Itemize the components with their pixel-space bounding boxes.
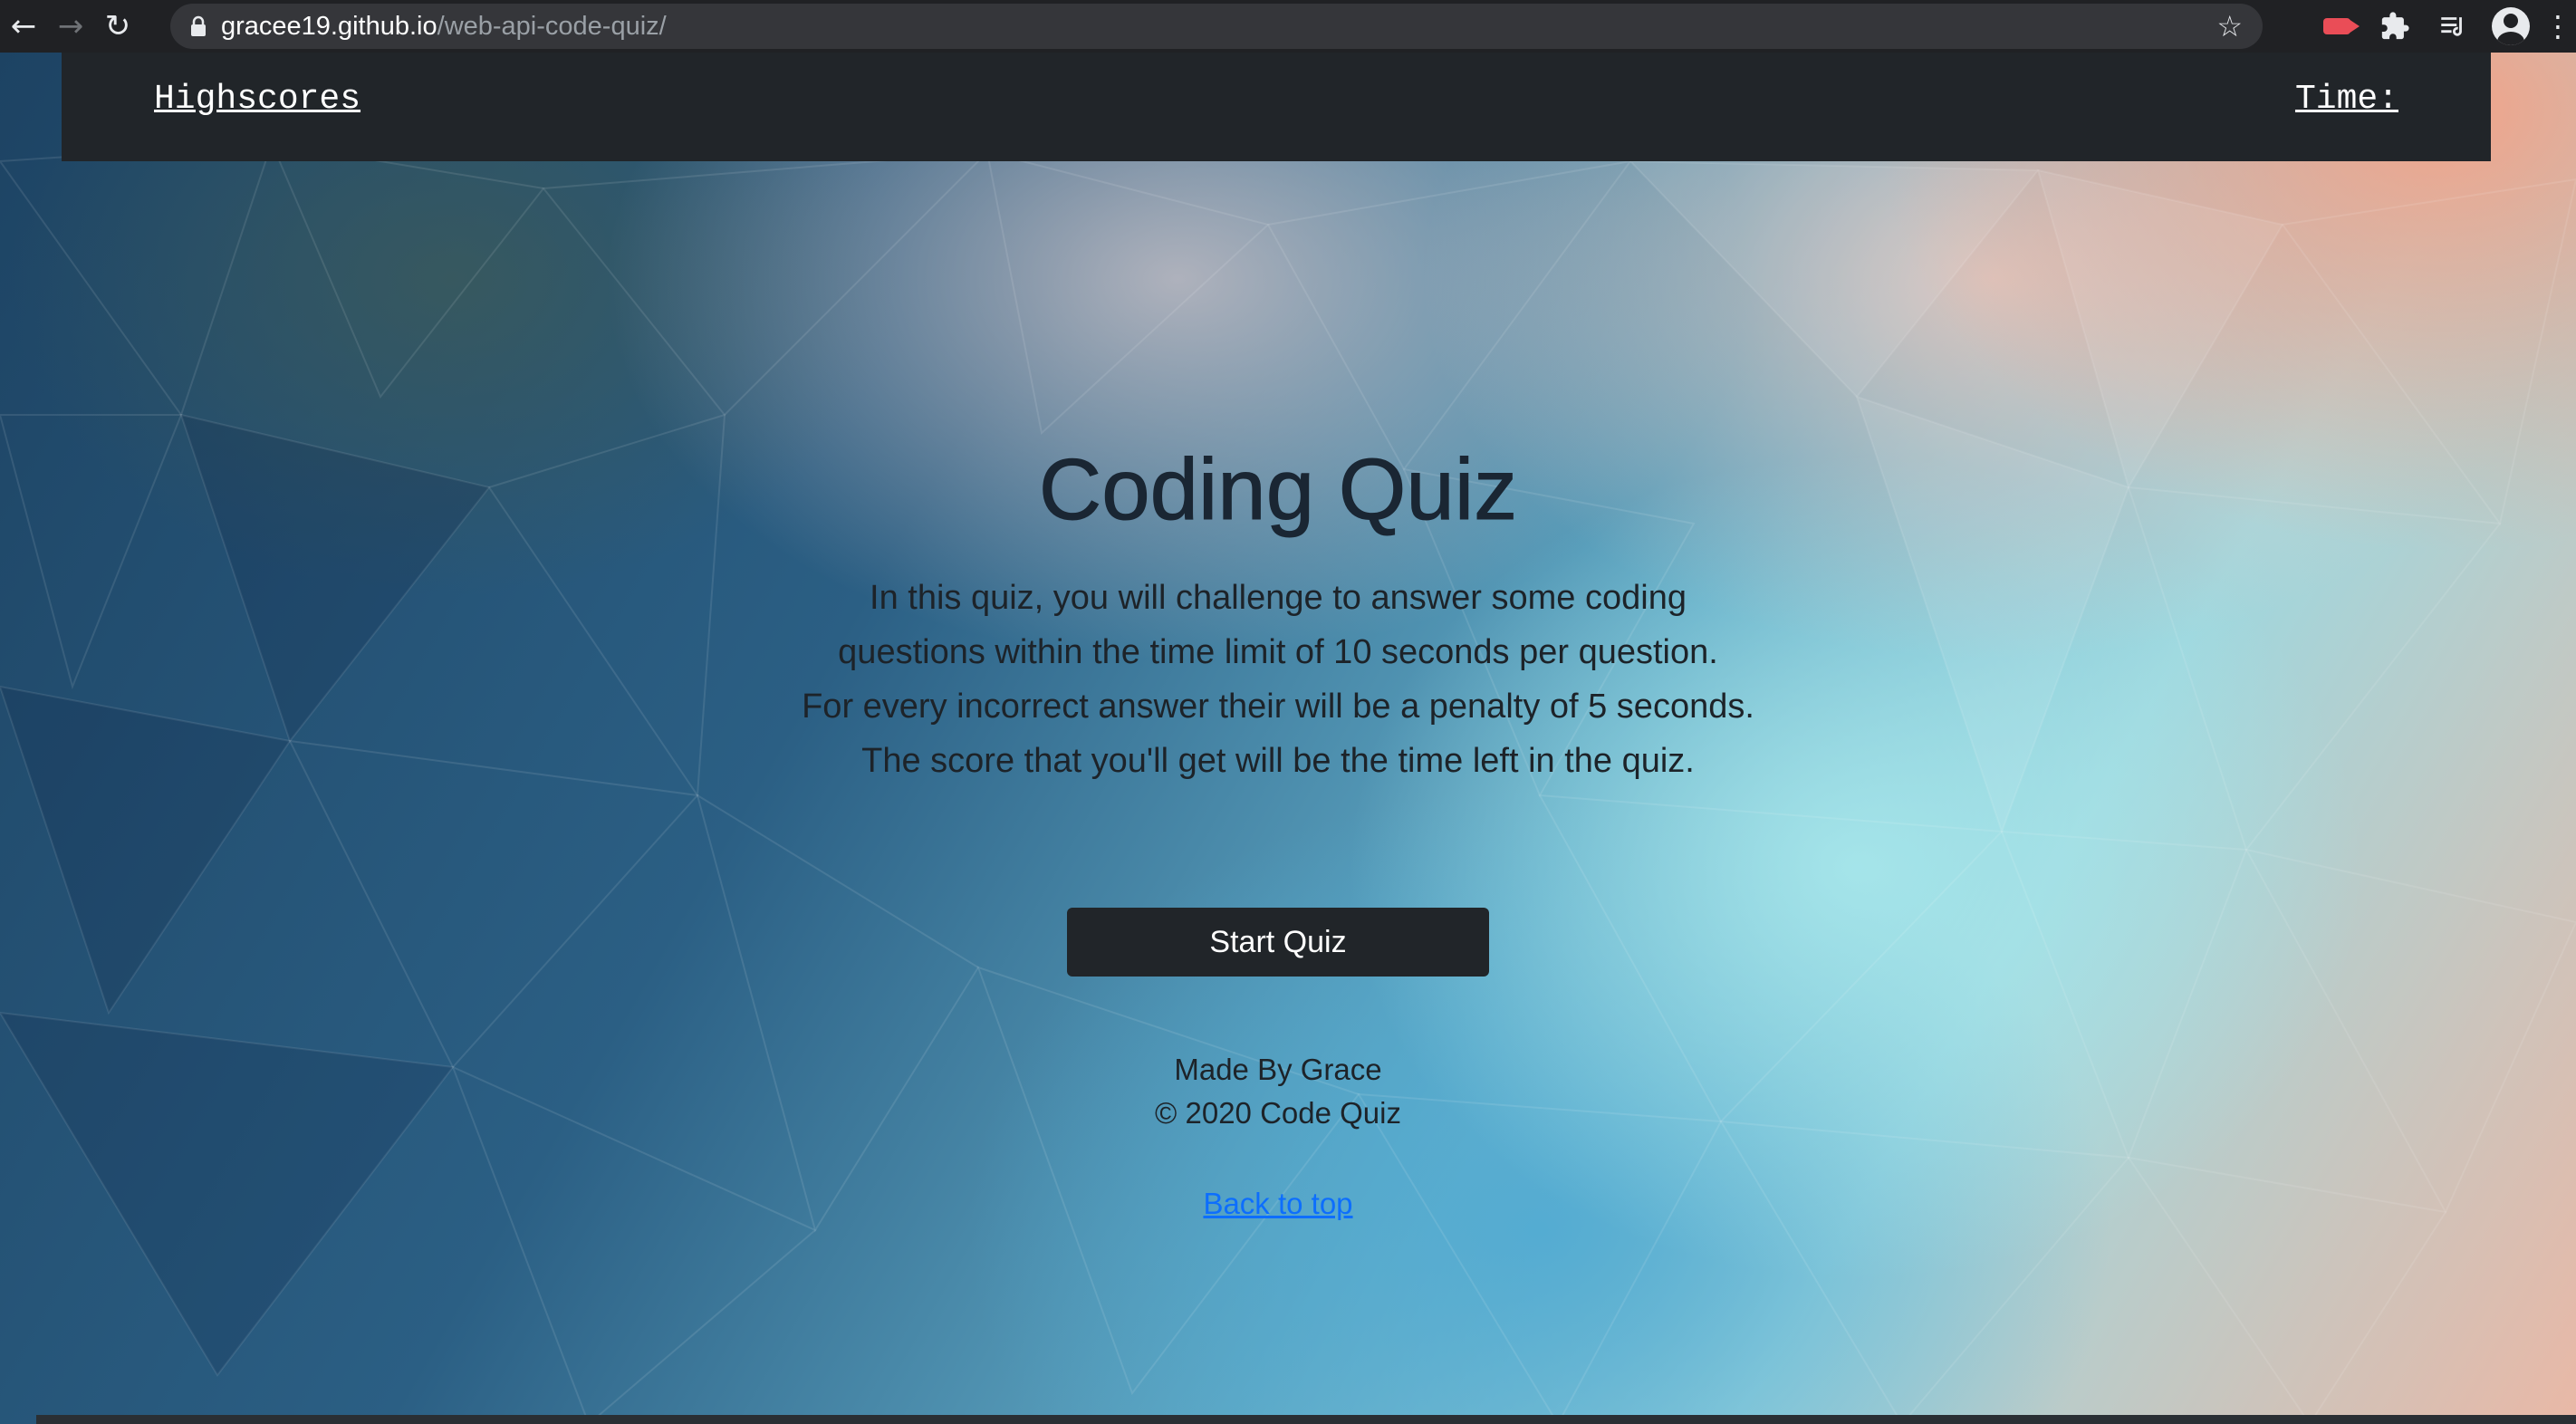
url-text: gracee19.github.io/web-api-code-quiz/ (221, 12, 667, 42)
quiz-intro: In this quiz, you will challenge to answ… (745, 571, 1812, 788)
highscores-link[interactable]: Highscores (154, 80, 360, 119)
timer-label: Time: (2294, 80, 2398, 119)
menu-icon[interactable]: ⋮ (2540, 0, 2576, 53)
page-title: Coding Quiz (1038, 441, 1518, 539)
forward-arrow-icon[interactable]: → (47, 0, 94, 53)
made-by-text: Made By Grace (1174, 1053, 1382, 1086)
reading-list-icon[interactable] (2424, 0, 2482, 53)
horizontal-scrollbar[interactable] (36, 1415, 2576, 1424)
back-arrow-icon[interactable]: ← (0, 0, 47, 53)
back-to-top-link[interactable]: Back to top (1203, 1187, 1352, 1220)
page-viewport: Highscores Time: Coding Quiz In this qui… (0, 53, 2576, 1424)
star-icon[interactable]: ☆ (2216, 9, 2243, 43)
site-header: Highscores Time: (62, 53, 2491, 161)
back-to-top: Back to top (0, 1187, 2556, 1221)
intro-line: For every incorrect answer their will be… (802, 688, 1754, 726)
url-path: /web-api-code-quiz/ (437, 11, 667, 41)
browser-actions: ⋮ (2308, 0, 2576, 53)
browser-toolbar: ← → ↻ gracee19.github.io/web-api-code-qu… (0, 0, 2576, 53)
intro-line: questions within the time limit of 10 se… (838, 633, 1718, 671)
profile-icon[interactable] (2482, 0, 2540, 53)
address-bar[interactable]: gracee19.github.io/web-api-code-quiz/ ☆ (170, 4, 2263, 49)
intro-line: In this quiz, you will challenge to answ… (870, 579, 1687, 617)
reload-icon[interactable]: ↻ (94, 0, 141, 53)
screen-record-icon[interactable] (2308, 0, 2366, 53)
copyright-text: © 2020 Code Quiz (1155, 1096, 1401, 1130)
start-quiz-button[interactable]: Start Quiz (1067, 908, 1489, 977)
url-host: gracee19.github.io (221, 11, 437, 41)
intro-line: The score that you'll get will be the ti… (861, 742, 1695, 780)
extensions-icon[interactable] (2366, 0, 2424, 53)
lock-icon (190, 15, 207, 37)
